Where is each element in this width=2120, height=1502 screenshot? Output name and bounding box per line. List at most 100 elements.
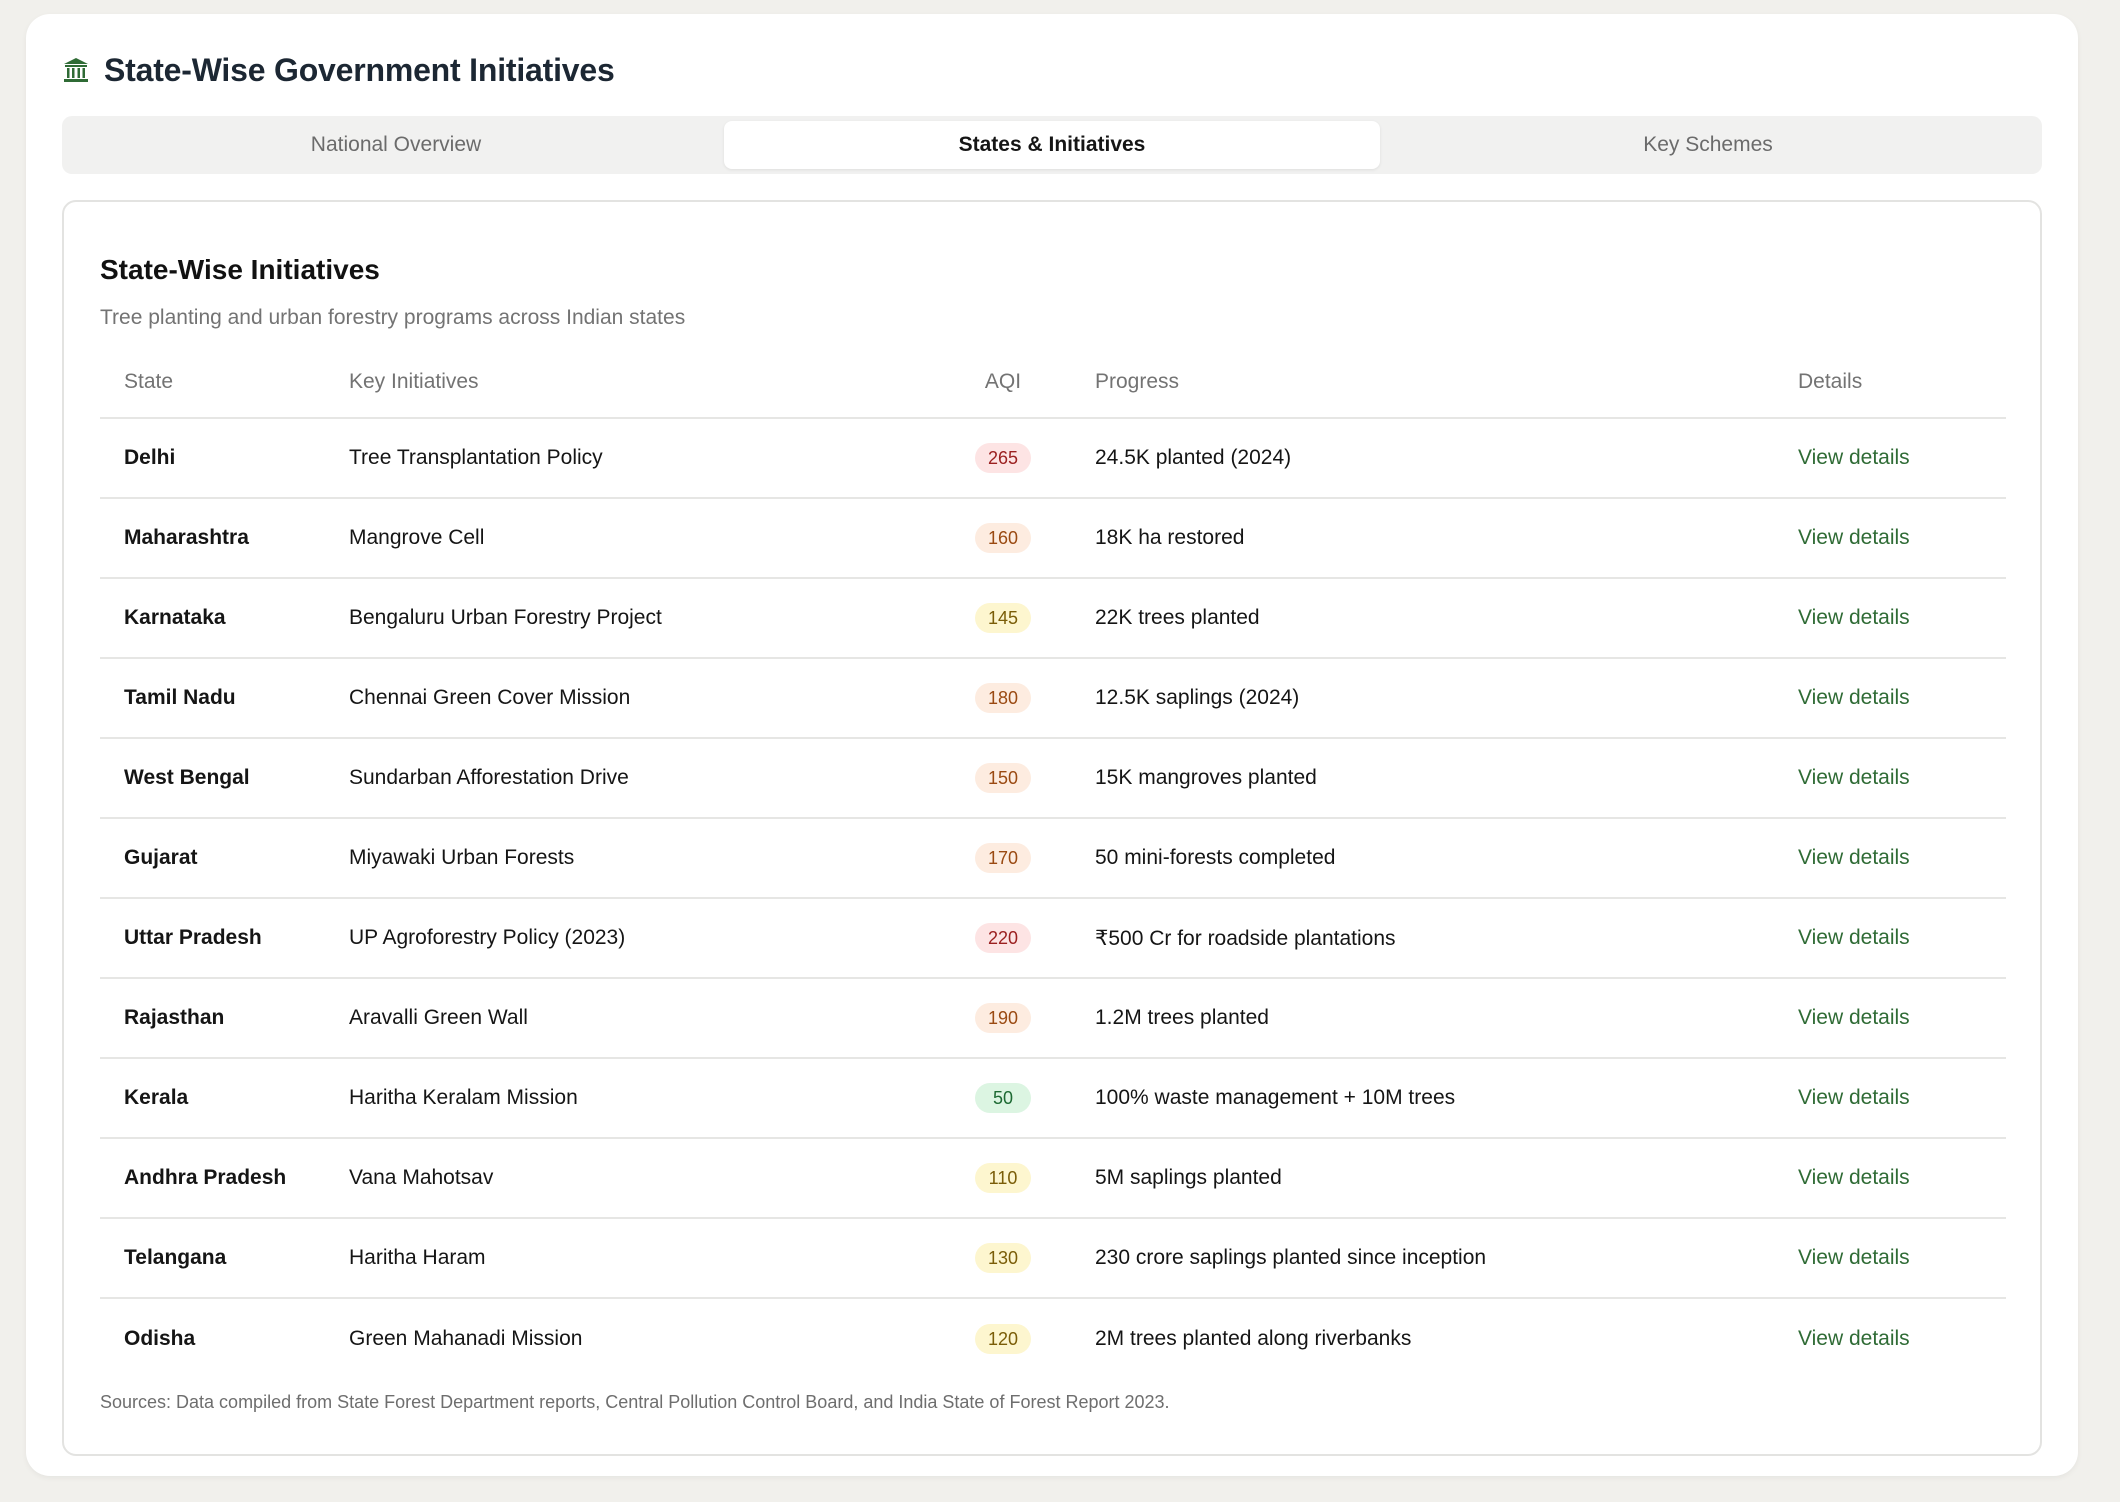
aqi-cell: 130 <box>911 1218 1095 1299</box>
view-details-link[interactable]: View details <box>1798 1086 1910 1109</box>
details-cell: View details <box>1798 498 2006 579</box>
aqi-badge: 180 <box>975 683 1031 713</box>
initiatives-table: State Key Initiatives AQI Progress Detai… <box>100 346 2006 1378</box>
sources-note: Sources: Data compiled from State Forest… <box>100 1392 1170 1412</box>
initiative-name: UP Agroforestry Policy (2023) <box>349 898 911 979</box>
table-row: Kerala Haritha Keralam Mission 50 100% wast… <box>100 1058 2006 1139</box>
initiative-name: Aravalli Green Wall <box>349 978 911 1059</box>
aqi-badge: 170 <box>975 843 1031 873</box>
details-cell: View details <box>1798 978 2006 1059</box>
progress-text: ₹500 Cr for roadside plantations <box>1095 898 1798 979</box>
state-name: Uttar Pradesh <box>100 898 349 979</box>
aqi-cell: 160 <box>911 498 1095 579</box>
column-header-initiatives: Key Initiatives <box>349 346 911 419</box>
tab-national-overview[interactable]: National Overview <box>68 121 724 169</box>
table-row: Maharashtra Mangrove Cell 160 18K ha restor… <box>100 498 2006 579</box>
view-details-link[interactable]: View details <box>1798 686 1910 709</box>
progress-text: 12.5K saplings (2024) <box>1095 658 1798 739</box>
view-details-link[interactable]: View details <box>1798 606 1910 629</box>
state-name: Gujarat <box>100 818 349 899</box>
view-details-link[interactable]: View details <box>1798 526 1910 549</box>
initiative-name: Sundarban Afforestation Drive <box>349 738 911 819</box>
details-cell: View details <box>1798 658 2006 739</box>
details-cell: View details <box>1798 738 2006 819</box>
table-row: Andhra Pradesh Vana Mahotsav 110 5M sapling… <box>100 1138 2006 1219</box>
details-cell: View details <box>1798 1218 2006 1299</box>
aqi-badge: 150 <box>975 763 1031 793</box>
state-name: Delhi <box>100 418 349 499</box>
details-cell: View details <box>1798 418 2006 499</box>
initiative-name: Haritha Keralam Mission <box>349 1058 911 1139</box>
initiative-name: Mangrove Cell <box>349 498 911 579</box>
details-cell: View details <box>1798 1058 2006 1139</box>
aqi-cell: 180 <box>911 658 1095 739</box>
aqi-badge: 50 <box>975 1083 1031 1113</box>
progress-text: 2M trees planted along riverbanks <box>1095 1326 1412 1350</box>
table-row: Karnataka Bengaluru Urban Forestry Projec… <box>100 578 2006 659</box>
aqi-cell: 265 <box>911 418 1095 499</box>
progress-text: 15K mangroves planted <box>1095 738 1798 819</box>
progress-text: 24.5K planted (2024) <box>1095 418 1798 499</box>
table-row: Telangana Haritha Haram 130 230 crore sapli… <box>100 1218 2006 1299</box>
table-row: Gujarat Miyawaki Urban Forests 170 50 mini-… <box>100 818 2006 899</box>
state-name: Maharashtra <box>100 498 349 579</box>
aqi-cell: 110 <box>911 1138 1095 1219</box>
initiative-name: Vana Mahotsav <box>349 1138 911 1219</box>
panel-subtitle: Tree planting and urban forestry program… <box>100 306 686 329</box>
aqi-badge: 120 <box>975 1323 1031 1354</box>
initiative-name: Chennai Green Cover Mission <box>349 658 911 739</box>
view-details-link[interactable]: View details <box>1798 766 1910 789</box>
table-row: Rajasthan Aravalli Green Wall 190 1.2M tree… <box>100 978 2006 1059</box>
table-row: West Bengal Sundarban Afforestation Drive… <box>100 738 2006 819</box>
details-cell: View details <box>1798 1298 2006 1378</box>
aqi-badge: 190 <box>975 1003 1031 1033</box>
initiative-name: Tree Transplantation Policy <box>349 418 911 499</box>
details-cell: View details <box>1798 898 2006 979</box>
aqi-badge: 220 <box>975 923 1031 953</box>
state-name: Karnataka <box>100 578 349 659</box>
aqi-badge: 265 <box>975 443 1031 473</box>
progress-text: 50 mini-forests completed <box>1095 818 1798 899</box>
aqi-badge: 110 <box>975 1163 1031 1193</box>
details-cell: View details <box>1798 818 2006 899</box>
table-row: Odisha Green Mahanadi Mission 120 2M trees … <box>100 1298 2006 1378</box>
table-row: Delhi Tree Transplantation Policy 265 24.5K… <box>100 418 2006 499</box>
panel-title: State-Wise Initiatives <box>100 254 380 285</box>
progress-text: 18K ha restored <box>1095 498 1798 579</box>
view-details-link[interactable]: View details <box>1798 926 1910 949</box>
tab-bar: National Overview States & Initiatives K… <box>62 116 2042 174</box>
tab-key-schemes[interactable]: Key Schemes <box>1380 121 2036 169</box>
table-row: Uttar Pradesh UP Agroforestry Policy (202… <box>100 898 2006 979</box>
view-details-link[interactable]: View details <box>1798 1006 1910 1029</box>
initiative-name: Haritha Haram <box>349 1218 911 1299</box>
view-details-link[interactable]: View details <box>1798 446 1910 469</box>
initiative-name: Bengaluru Urban Forestry Project <box>349 578 911 659</box>
progress-text: 22K trees planted <box>1095 578 1798 659</box>
aqi-cell: 120 <box>911 1298 1095 1378</box>
progress-text: 100% waste management + 10M trees <box>1095 1058 1798 1139</box>
view-details-link[interactable]: View details <box>1798 1327 1910 1350</box>
aqi-cell: 145 <box>911 578 1095 659</box>
page-title: State-Wise Government Initiatives <box>104 51 615 88</box>
aqi-cell: 220 <box>911 898 1095 979</box>
column-header-details: Details <box>1798 346 2006 419</box>
column-header-aqi: AQI <box>911 346 1095 419</box>
bank-building-icon <box>62 56 90 84</box>
view-details-link[interactable]: View details <box>1798 846 1910 869</box>
aqi-badge: 145 <box>975 603 1031 633</box>
state-name: Odisha <box>124 1326 196 1350</box>
progress-text: 5M saplings planted <box>1095 1138 1798 1219</box>
state-name: Tamil Nadu <box>100 658 349 739</box>
progress-text: 1.2M trees planted <box>1095 978 1798 1059</box>
main-card: State-Wise Government Initiatives Nation… <box>26 14 2078 1476</box>
progress-text: 230 crore saplings planted since incepti… <box>1095 1218 1798 1299</box>
view-details-link[interactable]: View details <box>1798 1166 1910 1189</box>
aqi-cell: 150 <box>911 738 1095 819</box>
state-name: Telangana <box>100 1218 349 1299</box>
table-row: Tamil Nadu Chennai Green Cover Mission 180… <box>100 658 2006 739</box>
tab-states-initiatives[interactable]: States & Initiatives <box>724 121 1380 169</box>
details-cell: View details <box>1798 1138 2006 1219</box>
view-details-link[interactable]: View details <box>1798 1246 1910 1269</box>
aqi-badge: 130 <box>975 1243 1031 1273</box>
state-name: West Bengal <box>100 738 349 819</box>
